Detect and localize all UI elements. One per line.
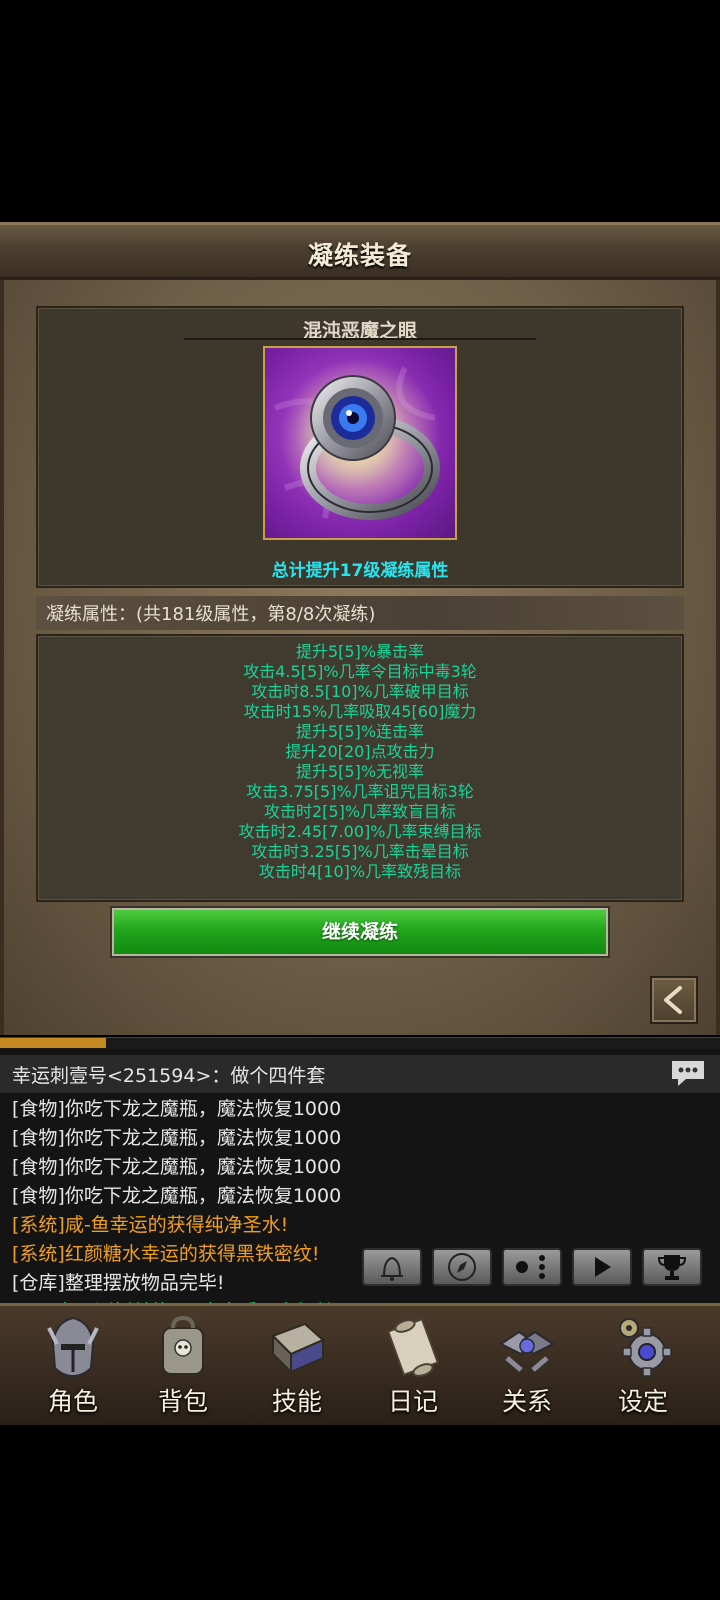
attribute-line: 攻击时2[5]%几率致盲目标	[263, 802, 457, 821]
compass-button[interactable]	[432, 1248, 492, 1286]
trophy-icon	[657, 1255, 687, 1280]
chat-tab-strip[interactable]	[0, 1037, 720, 1049]
nav-label: 设定	[617, 1387, 668, 1416]
chat-bubble-icon[interactable]	[670, 1059, 706, 1087]
nav-label: 关系	[501, 1387, 552, 1416]
dots-icon	[516, 1255, 545, 1279]
chat-message: [食物]你吃下龙之魔瓶，魔法恢复1000	[12, 1185, 342, 1207]
gear-icon	[619, 1318, 672, 1377]
attribute-line: 提升20[20]点攻击力	[285, 742, 435, 761]
nav-label: 背包	[157, 1387, 208, 1416]
handshake-icon	[499, 1330, 555, 1372]
attribute-line: 攻击时2.45[7.00]%几率束缚目标	[238, 822, 482, 841]
attributes-header: 凝练属性：(共181级属性，第8/8次凝练)	[46, 604, 376, 625]
nav-label: 日记	[387, 1387, 438, 1416]
chat-tab-active[interactable]	[0, 1038, 106, 1048]
ring-icon	[273, 358, 440, 520]
chat-message: [系统]咸-鱼幸运的获得纯净圣水!	[12, 1214, 289, 1236]
page-title: 凝练装备	[307, 241, 412, 270]
trophy-button[interactable]	[642, 1248, 702, 1286]
chat-message: [食物]你吃下龙之魔瓶，魔法恢复1000	[12, 1156, 342, 1178]
total-bonus-text: 总计提升17级凝练属性	[271, 561, 449, 581]
play-icon	[595, 1257, 611, 1277]
nav-label: 角色	[47, 1387, 98, 1416]
attributes-list: 提升5[5]%暴击率 攻击4.5[5]%几率令目标中毒3轮 攻击时8.5[10]…	[36, 642, 684, 882]
item-image-ring[interactable]	[263, 346, 457, 540]
attribute-line: 提升5[5]%无视率	[295, 762, 425, 781]
attribute-line: 攻击时3.25[5]%几率击晕目标	[251, 842, 469, 861]
attribute-line: 攻击时15%几率吸取45[60]魔力	[243, 702, 477, 721]
chat-message: [食物]你吃下龙之魔瓶，魔法恢复1000	[12, 1127, 342, 1149]
attribute-line: 攻击时4[10]%几率致残目标	[258, 862, 462, 881]
nav-label: 技能	[271, 1387, 322, 1416]
compass-icon	[448, 1253, 476, 1281]
attribute-line: 提升5[5]%暴击率	[295, 642, 425, 661]
continue-refine-button[interactable]: 继续凝练	[112, 908, 608, 956]
nav-item-settings[interactable]: 设定	[588, 1310, 698, 1420]
nav-item-diary[interactable]: 日记	[358, 1310, 468, 1420]
dots-button[interactable]	[502, 1248, 562, 1286]
scroll-icon	[386, 1317, 440, 1377]
backpack-icon	[162, 1315, 204, 1375]
skill-book-icon	[271, 1322, 325, 1375]
bell-button[interactable]	[362, 1248, 422, 1286]
divider	[184, 338, 536, 340]
play-button[interactable]	[572, 1248, 632, 1286]
bell-icon	[381, 1256, 403, 1281]
attribute-line: 提升5[5]%连击率	[295, 722, 425, 741]
helmet-icon	[47, 1316, 99, 1378]
attribute-line: 攻击4.5[5]%几率令目标中毒3轮	[243, 662, 477, 681]
back-button[interactable]	[650, 976, 698, 1024]
chat-latest-message: 幸运刺壹号<251594>：做个四件套	[12, 1065, 326, 1087]
attribute-line: 攻击时8.5[10]%几率破甲目标	[251, 682, 469, 701]
nav-item-backpack[interactable]: 背包	[128, 1310, 238, 1420]
nav-item-character[interactable]: 角色	[18, 1310, 128, 1420]
nav-item-relations[interactable]: 关系	[472, 1310, 582, 1420]
back-arrow-icon	[664, 986, 682, 1014]
attribute-line: 攻击3.75[5]%几率诅咒目标3轮	[246, 782, 474, 801]
nav-item-skills[interactable]: 技能	[242, 1310, 352, 1420]
chat-message: [食物]你吃下龙之魔瓶，魔法恢复1000	[12, 1098, 342, 1120]
